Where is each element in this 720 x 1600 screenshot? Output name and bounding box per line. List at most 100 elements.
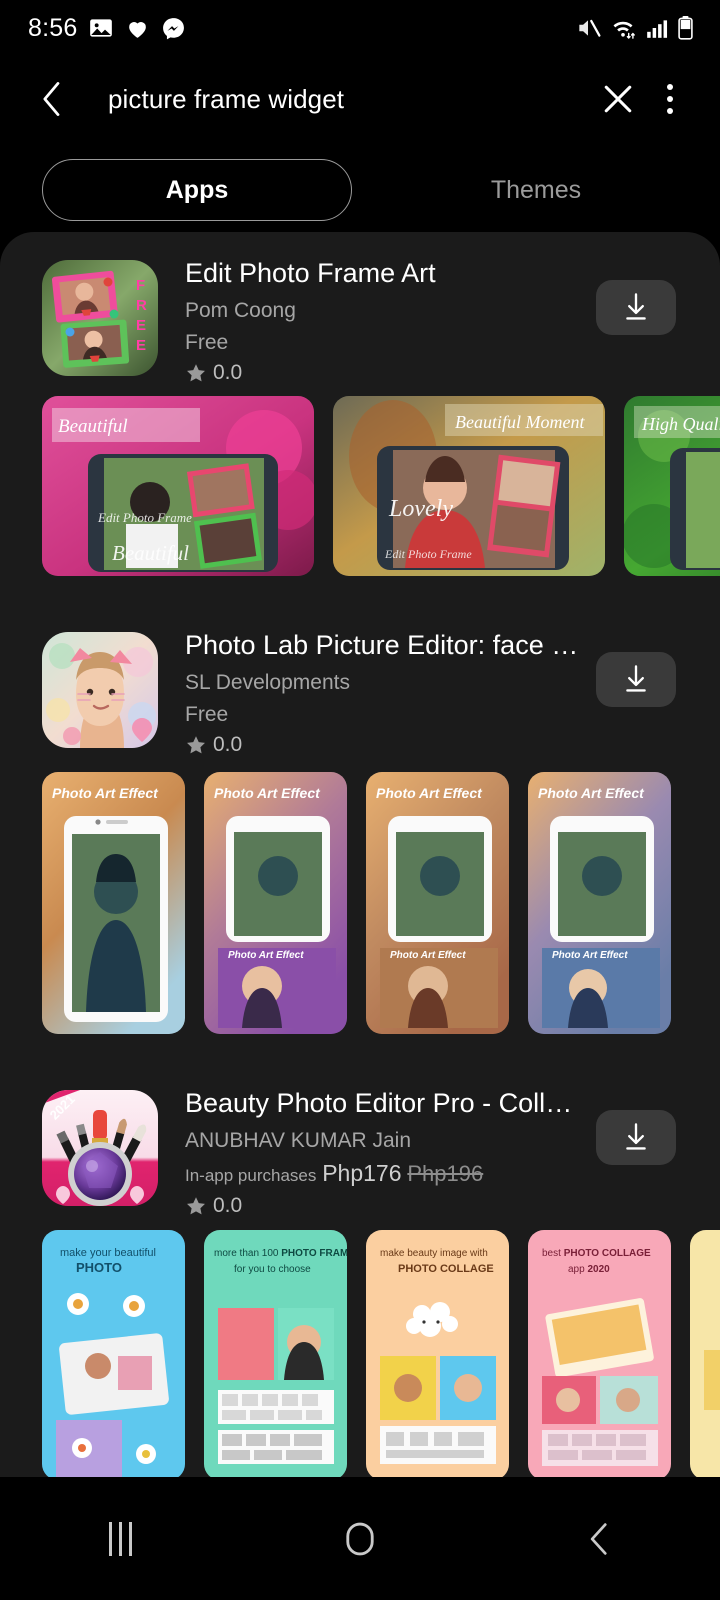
back-chevron-icon — [43, 82, 60, 116]
status-bar-left: 8:56 — [28, 14, 186, 43]
tab-themes[interactable]: Themes — [352, 159, 720, 221]
app-metadata: Beauty Photo Editor Pro - Collage… ANUBH… — [185, 1086, 580, 1218]
app-header-row: 2021 Beauty Photo Editor Pro - Collage… … — [0, 1086, 720, 1218]
app-price: Free — [185, 331, 229, 354]
screenshot-thumbnail[interactable]: Photo Art Effect Photo Art Effect — [366, 772, 509, 1034]
svg-text:F: F — [136, 277, 145, 294]
app-rating-value: 0.0 — [213, 733, 243, 756]
svg-text:Photo Art Effect: Photo Art Effect — [52, 785, 159, 801]
download-button[interactable] — [596, 280, 676, 335]
app-screenshots-row[interactable]: make your beautiful PHOTO more than 100 … — [0, 1230, 720, 1477]
app-rating: 0.0 — [185, 361, 580, 385]
svg-text:PHOTO: PHOTO — [76, 1260, 122, 1275]
screenshot-thumbnail[interactable]: make beauty image with PHOTO COLLAGE — [366, 1230, 509, 1477]
app-metadata: Photo Lab Picture Editor: face eff… SL D… — [185, 628, 580, 757]
search-query-text[interactable]: picture frame widget — [108, 84, 592, 115]
screenshot-photo-art-effect: Photo Art Effect Photo Art Effect — [204, 772, 347, 1034]
status-bar-clock: 8:56 — [28, 13, 78, 42]
app-metadata: Edit Photo Frame Art Pom Coong Free 0.0 — [185, 256, 580, 385]
app-icon[interactable] — [42, 632, 158, 748]
screenshot-beautiful-moment: Beautiful Moment Lovely Edit Photo Frame — [333, 396, 605, 576]
svg-text:Photo Art Effect: Photo Art Effect — [376, 785, 483, 801]
screenshot-thumbnail[interactable] — [690, 1230, 720, 1477]
svg-text:High Quality: High Quality — [641, 414, 720, 434]
svg-text:Photo Art Effect: Photo Art Effect — [214, 785, 321, 801]
app-price: Free — [185, 703, 229, 726]
heart-icon — [129, 21, 147, 38]
recents-icon — [108, 1521, 132, 1556]
screenshot-thumbnail[interactable]: Beautiful Moment Lovely Edit Photo Frame — [333, 396, 605, 576]
star-icon — [187, 1197, 205, 1215]
app-result-item[interactable]: FREE Edit Photo Frame Art Pom Coong Free… — [0, 256, 720, 576]
app-screenshots-row[interactable]: Photo Art Effect Photo Art Effect Photo … — [0, 772, 720, 1034]
svg-text:best PHOTO COLLAGE: best PHOTO COLLAGE — [542, 1248, 651, 1259]
svg-text:Photo Art Effect: Photo Art Effect — [552, 950, 628, 961]
download-icon — [626, 664, 646, 692]
svg-text:PHOTO COLLAGE: PHOTO COLLAGE — [398, 1263, 494, 1275]
app-price: In-app purchases Php176 Php196 — [185, 1158, 580, 1191]
app-result-item[interactable]: Photo Lab Picture Editor: face eff… SL D… — [0, 628, 720, 1034]
app-developer: ANUBHAV KUMAR Jain — [185, 1129, 411, 1152]
app-rating-value: 0.0 — [213, 361, 243, 384]
screenshot-thumbnail[interactable]: Photo Art Effect Photo Art Effect — [204, 772, 347, 1034]
overflow-menu-button[interactable] — [644, 73, 696, 125]
app-icon[interactable]: 2021 — [42, 1090, 158, 1206]
app-header-row: FREE Edit Photo Frame Art Pom Coong Free… — [0, 256, 720, 386]
recents-button[interactable] — [45, 1489, 195, 1589]
signal-icon — [647, 20, 668, 38]
svg-text:E: E — [136, 337, 146, 354]
status-bar: 8:56 — [0, 0, 720, 56]
screenshot-thumbnail[interactable]: Photo Art Effect Photo Art Effect — [528, 772, 671, 1034]
screenshot-best-photo-collage: best PHOTO COLLAGE app 2020 — [528, 1230, 671, 1477]
download-button[interactable] — [596, 1110, 676, 1165]
screenshot-photo-art-effect: Photo Art Effect Photo Art Effect — [528, 772, 671, 1034]
app-title: Edit Photo Frame Art — [185, 258, 436, 288]
screenshot-thumbnail[interactable]: more than 100 PHOTO FRAME for you to cho… — [204, 1230, 347, 1477]
app-rating-value: 0.0 — [213, 1194, 243, 1217]
clear-search-button[interactable] — [592, 73, 644, 125]
mute-icon — [579, 19, 601, 37]
svg-text:more than 100 PHOTO FRAME: more than 100 PHOTO FRAME — [214, 1248, 347, 1259]
svg-text:make beauty image with: make beauty image with — [380, 1248, 488, 1259]
edit-photo-frame-art-icon-art: FREE — [42, 260, 158, 376]
svg-text:Beautiful: Beautiful — [112, 541, 189, 565]
download-button[interactable] — [596, 652, 676, 707]
more-vertical-icon — [667, 84, 673, 114]
svg-text:Edit Photo Frame: Edit Photo Frame — [97, 510, 192, 525]
home-icon — [346, 1522, 374, 1555]
svg-text:app 2020: app 2020 — [568, 1264, 610, 1275]
screenshot-thumbnail[interactable]: make your beautiful PHOTO — [42, 1230, 185, 1477]
screenshot-thumbnail[interactable]: best PHOTO COLLAGE app 2020 — [528, 1230, 671, 1477]
app-title: Beauty Photo Editor Pro - Collage… — [185, 1088, 580, 1118]
close-icon — [604, 85, 632, 113]
wifi-icon — [613, 21, 635, 39]
app-result-item[interactable]: 2021 Beauty Photo Editor Pro - Collage… … — [0, 1086, 720, 1477]
battery-icon — [678, 16, 693, 40]
svg-text:Lovely: Lovely — [388, 496, 453, 522]
app-developer: Pom Coong — [185, 299, 296, 322]
svg-text:E: E — [136, 317, 146, 334]
tab-bar: Apps Themes — [0, 150, 720, 230]
messenger-icon — [163, 17, 185, 39]
screenshot-photo-art-effect: Photo Art Effect — [42, 772, 185, 1034]
svg-text:Edit Photo Frame: Edit Photo Frame — [384, 547, 472, 561]
photo-lab-icon-art — [42, 632, 158, 748]
screenshot-thumbnail[interactable]: Beautiful Edit Photo Frame Beautiful — [42, 396, 314, 576]
svg-text:for you to choose: for you to choose — [234, 1264, 311, 1275]
app-screenshots-row[interactable]: Beautiful Edit Photo Frame Beautiful Bea… — [0, 396, 720, 576]
app-price-original: Php196 — [407, 1161, 484, 1186]
app-icon[interactable]: FREE — [42, 260, 158, 376]
back-button[interactable] — [26, 73, 78, 125]
screenshot-make-your-beautiful-photo: make your beautiful PHOTO — [42, 1230, 185, 1477]
back-button[interactable] — [525, 1489, 675, 1589]
app-rating: 0.0 — [185, 1194, 580, 1218]
svg-text:Photo Art Effect: Photo Art Effect — [228, 950, 304, 961]
screenshot-thumbnail[interactable]: High Quality — [624, 396, 720, 576]
home-button[interactable] — [285, 1489, 435, 1589]
svg-text:Beautiful Moment: Beautiful Moment — [455, 412, 585, 432]
screenshot-thumbnail[interactable]: Photo Art Effect — [42, 772, 185, 1034]
tab-apps[interactable]: Apps — [42, 159, 352, 221]
app-rating: 0.0 — [185, 733, 580, 757]
screenshot-high-quality: High Quality — [624, 396, 720, 576]
star-icon — [187, 736, 205, 754]
